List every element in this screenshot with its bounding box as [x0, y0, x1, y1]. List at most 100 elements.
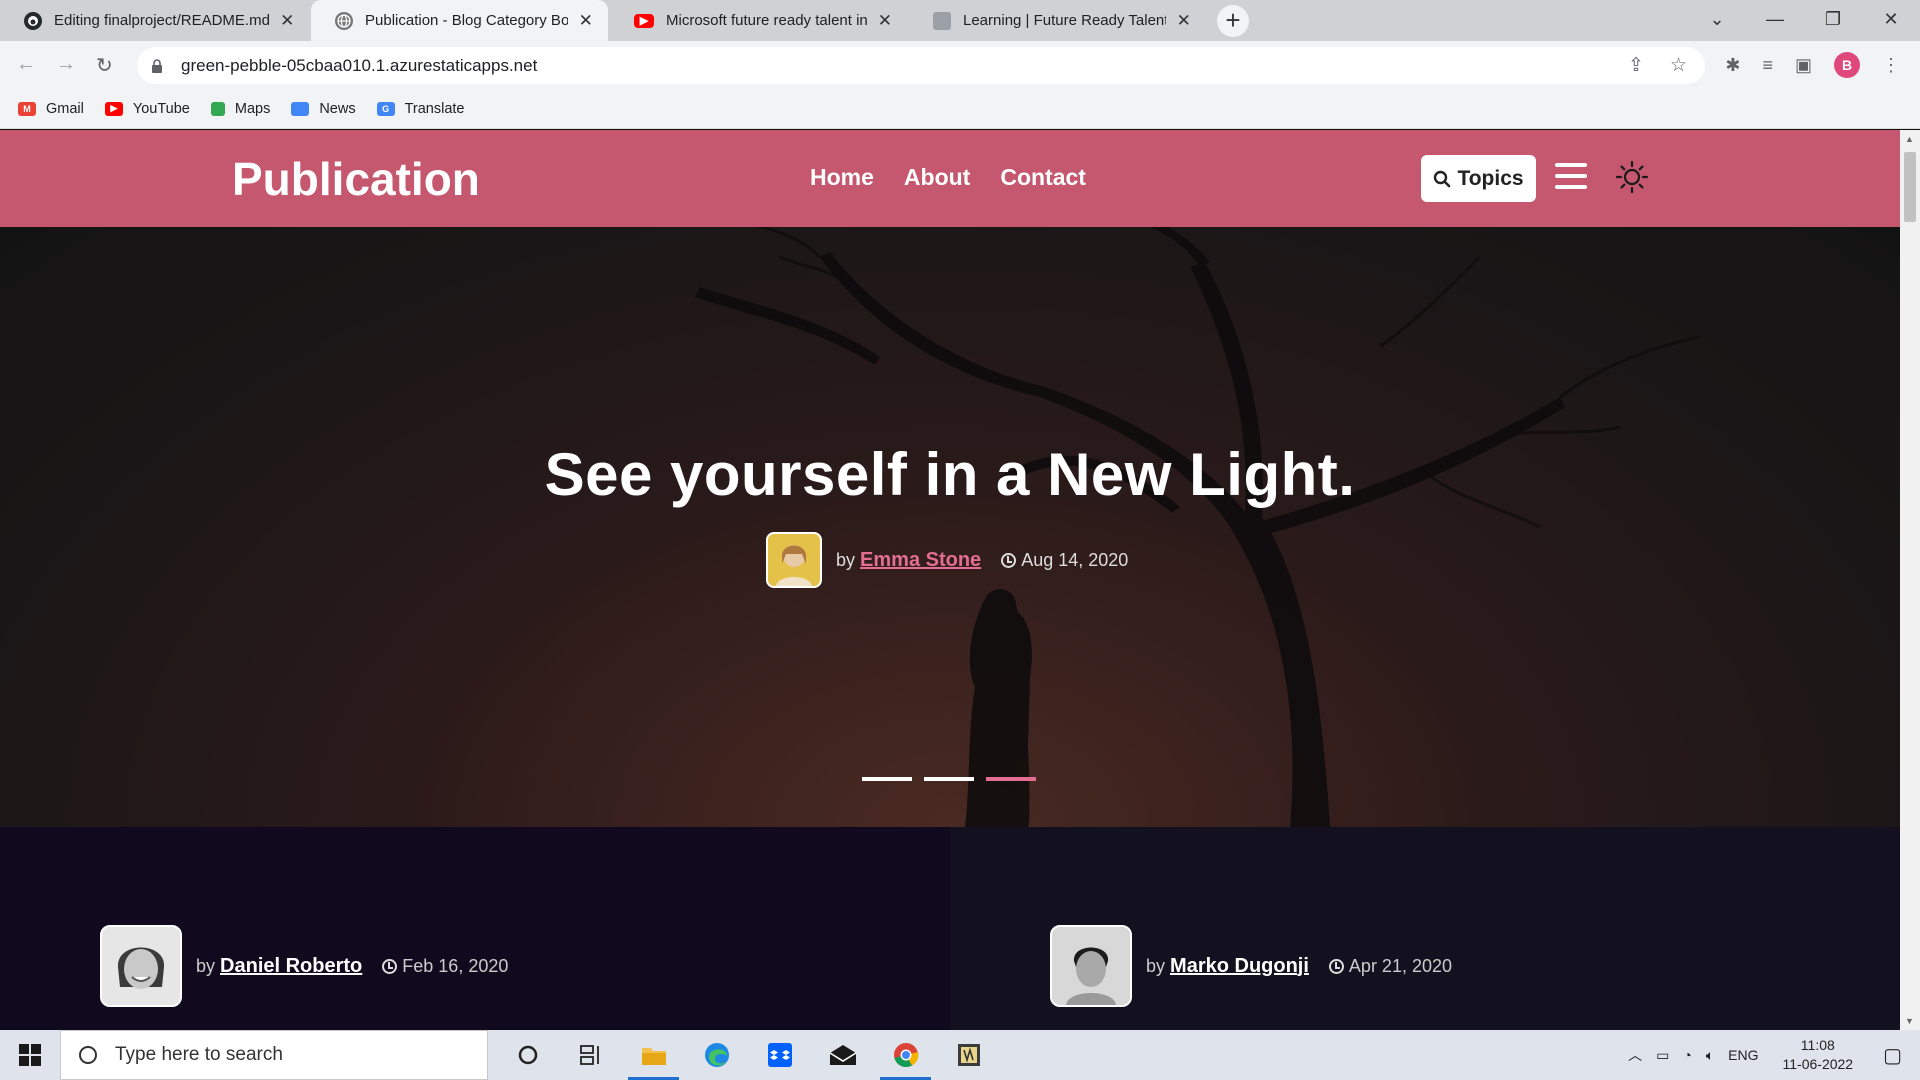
tab-close-icon[interactable]: ✕	[1176, 11, 1192, 31]
media-controls-icon[interactable]: ≡	[1762, 55, 1773, 76]
browser-tab-strip: Editing finalproject/README.md ✕ Publica…	[0, 0, 1920, 41]
post-cards: by Daniel Roberto Feb 16, 2020 by Marko …	[0, 827, 1900, 1030]
post-card[interactable]: by Marko Dugonji Apr 21, 2020	[950, 827, 1900, 1030]
bookmark-maps[interactable]: Maps	[210, 101, 270, 117]
notifications-icon[interactable]: ▢	[1883, 1043, 1902, 1068]
extensions-icon[interactable]: ✱	[1725, 55, 1740, 76]
bookmark-gmail[interactable]: M Gmail	[18, 101, 84, 117]
browser-tab[interactable]: Learning | Future Ready Talent ✕	[909, 0, 1206, 41]
github-icon	[24, 11, 42, 30]
cortana-icon[interactable]	[496, 1030, 559, 1080]
carousel-indicators	[862, 777, 1036, 781]
page-icon	[933, 11, 951, 30]
byline: by Daniel Roberto	[196, 955, 362, 978]
scroll-down-arrow-icon[interactable]: ▼	[1905, 1016, 1914, 1026]
bookmark-news[interactable]: News	[291, 101, 356, 117]
page-scrollbar[interactable]: ▲ ▼	[1900, 130, 1920, 1030]
mail-icon[interactable]	[811, 1030, 874, 1080]
tab-search-icon[interactable]: ⌄	[1688, 0, 1746, 41]
site-header: Publication Home About Contact Topics	[0, 130, 1900, 227]
address-bar[interactable]: green-pebble-05cbaa010.1.azurestaticapps…	[137, 47, 1705, 84]
task-view-icon[interactable]	[559, 1030, 622, 1080]
clock-date: 11-06-2022	[1782, 1056, 1854, 1072]
author-link[interactable]: Daniel Roberto	[220, 955, 362, 977]
scroll-up-arrow-icon[interactable]: ▲	[1905, 134, 1914, 144]
system-tray: ︿ ▭ ◔ 🔈︎ ENG 11:08 11-06-2022 ▢	[1628, 1036, 1920, 1074]
post-card[interactable]: by Daniel Roberto Feb 16, 2020	[0, 827, 950, 1030]
forward-button[interactable]: →	[56, 53, 76, 76]
url-text: green-pebble-05cbaa010.1.azurestaticapps…	[181, 55, 538, 75]
language-indicator[interactable]: ENG	[1728, 1047, 1758, 1063]
post-date-text: Aug 14, 2020	[1021, 549, 1129, 570]
side-panel-icon[interactable]: ▣	[1795, 55, 1812, 76]
hamburger-menu-icon[interactable]	[1555, 163, 1587, 189]
show-hidden-icons-chevron-icon[interactable]: ︿	[1628, 1045, 1642, 1065]
browser-tab-active[interactable]: Publication - Blog Category Boot ✕	[311, 0, 608, 41]
site-brand[interactable]: Publication	[232, 152, 480, 206]
bookmark-star-icon[interactable]: ☆	[1670, 54, 1687, 77]
start-button[interactable]	[0, 1030, 60, 1080]
hero-title[interactable]: See yourself in a New Light.	[0, 440, 1900, 509]
hero-background-image	[695, 227, 1701, 827]
profile-avatar[interactable]: B	[1834, 52, 1860, 78]
battery-icon[interactable]: ▭	[1656, 1047, 1669, 1064]
minimize-button[interactable]: —	[1746, 0, 1804, 41]
wifi-icon[interactable]: ◔	[1683, 1047, 1691, 1063]
window-controls: ⌄ — ❐ ✕	[1688, 0, 1920, 41]
clock-time: 11:08	[1800, 1037, 1835, 1053]
byline-prefix: by	[1146, 955, 1166, 976]
scrollbar-thumb[interactable]	[1904, 152, 1916, 222]
notepad-icon[interactable]	[937, 1030, 1000, 1080]
translate-icon: G	[376, 101, 395, 116]
bookmark-youtube[interactable]: ▶ YouTube	[104, 101, 190, 117]
nav-contact-link[interactable]: Contact	[1000, 164, 1086, 191]
lock-icon	[152, 58, 162, 73]
file-explorer-icon[interactable]	[622, 1030, 685, 1080]
dropbox-icon[interactable]	[748, 1030, 811, 1080]
maps-icon	[210, 101, 225, 116]
menu-kebab-icon[interactable]: ⋮	[1882, 55, 1900, 76]
edge-browser-icon[interactable]	[685, 1030, 748, 1080]
author-link[interactable]: Marko Dugonji	[1170, 955, 1309, 977]
browser-tab[interactable]: Editing finalproject/README.md ✕	[0, 0, 310, 41]
youtube-icon: ▶	[634, 13, 654, 28]
main-nav: Home About Contact	[810, 164, 1086, 191]
chrome-icon[interactable]	[874, 1030, 937, 1080]
share-icon[interactable]: ⇪	[1628, 54, 1644, 77]
carousel-indicator-3-active[interactable]	[986, 777, 1036, 781]
bookmark-label: Gmail	[46, 100, 84, 117]
byline: by Marko Dugonji	[1146, 955, 1309, 978]
browser-tab[interactable]: ▶ Microsoft future ready talent inte ✕	[610, 0, 907, 41]
nav-home-link[interactable]: Home	[810, 164, 874, 191]
taskbar-clock[interactable]: 11:08 11-06-2022	[1783, 1036, 1854, 1074]
topics-button[interactable]: Topics	[1421, 155, 1536, 202]
bookmarks-bar: M Gmail ▶ YouTube Maps News G Translate	[0, 89, 1920, 129]
author-link[interactable]: Emma Stone	[860, 549, 981, 571]
close-window-button[interactable]: ✕	[1862, 0, 1920, 41]
new-tab-button[interactable]: +	[1217, 5, 1249, 37]
post-card-meta: by Daniel Roberto Feb 16, 2020	[100, 925, 508, 1007]
author-avatar[interactable]	[766, 532, 822, 588]
youtube-icon: ▶	[104, 101, 123, 116]
tab-close-icon[interactable]: ✕	[279, 11, 296, 31]
clock-icon	[1328, 958, 1344, 974]
reload-button[interactable]: ↻	[96, 53, 113, 78]
restore-button[interactable]: ❐	[1804, 0, 1862, 41]
taskbar-search-box[interactable]: Type here to search	[60, 1030, 488, 1080]
volume-icon[interactable]: 🔈︎	[1706, 1047, 1714, 1064]
bookmark-translate[interactable]: G Translate	[376, 101, 465, 117]
topics-label: Topics	[1457, 166, 1524, 190]
back-button[interactable]: ←	[16, 53, 36, 76]
tab-close-icon[interactable]: ✕	[877, 11, 893, 31]
nav-about-link[interactable]: About	[904, 164, 970, 191]
tab-title: Microsoft future ready talent inte	[666, 12, 867, 29]
author-avatar[interactable]	[1050, 925, 1132, 1007]
byline-prefix: by	[836, 549, 856, 570]
carousel-indicator-2[interactable]	[924, 777, 974, 781]
taskbar-search-placeholder: Type here to search	[115, 1044, 283, 1065]
sun-theme-toggle-icon[interactable]	[1615, 160, 1649, 194]
carousel-indicator-1[interactable]	[862, 777, 912, 781]
author-avatar[interactable]	[100, 925, 182, 1007]
tab-close-icon[interactable]: ✕	[578, 11, 594, 31]
globe-icon	[335, 11, 353, 30]
